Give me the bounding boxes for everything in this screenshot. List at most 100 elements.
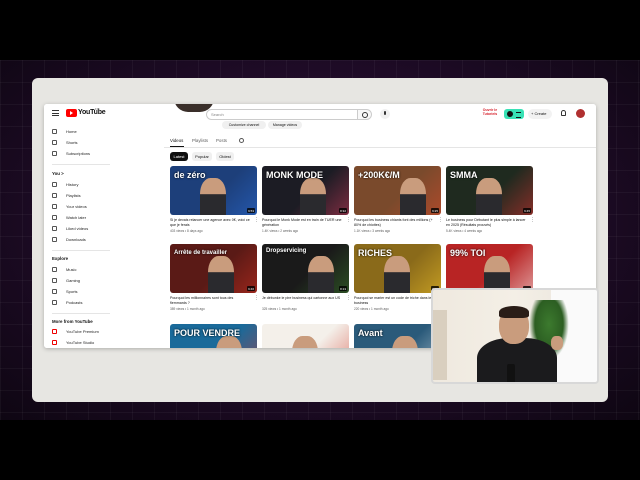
sidebar-item-sports[interactable]: Sports <box>52 288 112 297</box>
playlists-icon <box>52 193 57 198</box>
tab-videos[interactable]: Videos <box>170 138 183 143</box>
sidebar-item-downloads[interactable]: Downloads <box>52 236 112 245</box>
studio-toggle-button[interactable] <box>504 109 524 119</box>
microphone <box>507 364 515 382</box>
chip-oldest[interactable]: Oldest <box>216 152 234 161</box>
video-thumbnail[interactable]: MONK MODE 8:32 <box>262 166 349 215</box>
chip-popular[interactable]: Popular <box>192 152 212 161</box>
sidebar-item-podcasts[interactable]: Podcasts <box>52 299 112 308</box>
thumbnail-text: de zéro <box>174 170 206 180</box>
history-icon <box>52 182 57 187</box>
sidebar-item-youtube-studio[interactable]: YouTube Studio <box>52 339 112 348</box>
create-button[interactable]: + Create <box>528 109 552 119</box>
video-thumbnail[interactable]: 99% TOI8:54 <box>446 244 533 293</box>
more-options-icon[interactable]: ⋮ <box>254 296 259 301</box>
video-meta: 325 views • 1 month ago <box>262 307 297 311</box>
thumbnail-text: SMMA <box>450 170 478 180</box>
sidebar-item-watch-later[interactable]: Watch later <box>52 214 112 223</box>
youtube-studio-icon <box>52 340 57 345</box>
video-thumbnail[interactable]: Arrête de travailler 9:46 <box>170 244 257 293</box>
masthead: YouTube FR Search Ouvrir le Tutoriels + … <box>44 104 596 124</box>
sidebar-item-history[interactable]: History <box>52 181 112 190</box>
presenter-hand <box>551 336 563 350</box>
video-duration: 9:46 <box>247 286 255 291</box>
sports-icon <box>52 289 57 294</box>
channel-search-icon[interactable] <box>239 138 244 143</box>
sidebar-item-liked-videos[interactable]: Liked videos <box>52 225 112 234</box>
sidebar-item-label: Your videos <box>66 204 87 209</box>
sidebar-item-label: Shorts <box>66 140 78 145</box>
more-options-icon[interactable]: ⋮ <box>530 218 535 223</box>
video-title[interactable]: Pourquoi le Monk Mode est en train de TU… <box>262 218 342 227</box>
sidebar-item-subscriptions[interactable]: Subscriptions <box>52 150 112 159</box>
sidebar-item-label: Podcasts <box>66 300 83 305</box>
more-options-icon[interactable]: ⋮ <box>438 218 443 223</box>
menu-icon[interactable] <box>52 110 59 116</box>
sidebar-item-label: Music <box>66 267 77 272</box>
sidebar-item-label: YouTube Premium <box>66 329 99 334</box>
video-thumbnail[interactable]: +200K€/M 9:25 <box>354 166 441 215</box>
video-thumbnail[interactable]: POUR VENDRE <box>170 324 257 348</box>
promo-link[interactable]: Ouvrir le Tutoriels <box>480 108 500 116</box>
video-thumbnail[interactable]: Dropservicing 8:13 <box>262 244 349 293</box>
sidebar-item-label: Liked videos <box>66 226 89 231</box>
sidebar-item-youtube-premium[interactable]: YouTube Premium <box>52 328 112 337</box>
video-thumbnail[interactable] <box>262 324 349 348</box>
sidebar-heading-you[interactable]: You > <box>52 171 64 176</box>
video-title[interactable]: Pourquoi se marier est un code de triche… <box>354 296 434 305</box>
thumbnail-person <box>200 178 226 215</box>
manage-videos-button[interactable]: Manage videos <box>268 121 302 129</box>
thumbnail-text: +200K€/M <box>358 170 400 180</box>
sidebar-item-label: Sports <box>66 289 78 294</box>
thumbnail-text: 99% TOI <box>450 248 486 258</box>
sidebar-item-your-videos[interactable]: Your videos <box>52 203 112 212</box>
download-icon <box>52 237 57 242</box>
sidebar-divider <box>52 250 110 251</box>
more-options-icon[interactable]: ⋮ <box>254 218 259 223</box>
sidebar-item-playlists[interactable]: Playlists <box>52 192 112 201</box>
sidebar-item-gaming[interactable]: Gaming <box>52 277 112 286</box>
webcam-overlay <box>431 288 599 384</box>
thumbnail-text: RICHES <box>358 248 393 258</box>
video-title[interactable]: Si je devais relancer une agence avec 0€… <box>170 218 250 227</box>
video-title[interactable]: Je débunke le pire business qui cartonne… <box>262 296 342 301</box>
gaming-icon <box>52 278 57 283</box>
customize-channel-button[interactable]: Customize channel <box>222 121 266 129</box>
video-title[interactable]: Pourquoi les millionnaires sont tous des… <box>170 296 250 305</box>
sidebar-item-label: Downloads <box>66 237 86 242</box>
video-duration: 9:45 <box>523 208 531 213</box>
sidebar-item-shorts[interactable]: Shorts <box>52 139 112 148</box>
youtube-logo-text[interactable]: YouTube <box>78 109 106 116</box>
video-title[interactable]: Pourquoi les business chiants font des m… <box>354 218 434 227</box>
more-options-icon[interactable]: ⋮ <box>346 296 351 301</box>
sidebar-item-label: Home <box>66 129 77 134</box>
search-icon[interactable] <box>358 109 372 120</box>
video-duration: 8:13 <box>339 286 347 291</box>
tab-posts[interactable]: Posts <box>216 138 227 143</box>
microphone-icon[interactable] <box>380 109 390 119</box>
video-thumbnail[interactable]: Avant <box>354 324 441 348</box>
search-input[interactable]: Search <box>206 109 358 120</box>
sidebar-item-label: Playlists <box>66 193 81 198</box>
video-title[interactable]: Le business pour Débutant le plus simple… <box>446 218 526 227</box>
sidebar-divider <box>52 313 110 314</box>
account-avatar[interactable] <box>576 109 585 118</box>
sidebar-item-music[interactable]: Music <box>52 266 112 275</box>
sidebar-item-label: Subscriptions <box>66 151 91 156</box>
video-thumbnail[interactable]: SMMA 9:45 <box>446 166 533 215</box>
chip-latest[interactable]: Latest <box>170 152 188 161</box>
video-meta: 403 views • 8 days ago <box>170 229 203 233</box>
video-duration: 8:32 <box>339 208 347 213</box>
video-thumbnail[interactable]: RICHES8:09 <box>354 244 441 293</box>
sidebar-item-label: Gaming <box>66 278 81 283</box>
video-thumbnail[interactable]: de zéro 9:53 <box>170 166 257 215</box>
more-options-icon[interactable]: ⋮ <box>346 218 351 223</box>
create-label: + Create <box>531 111 547 116</box>
video-meta: 1.4K views • 2 weeks ago <box>262 229 299 233</box>
tab-playlists[interactable]: Playlists <box>192 138 208 143</box>
youtube-logo-icon[interactable] <box>66 109 77 117</box>
notifications-bell-icon[interactable] <box>561 110 566 116</box>
thumbnail-person <box>400 178 426 215</box>
sidebar-item-home[interactable]: Home <box>52 128 112 137</box>
thumbnail-person <box>476 178 502 215</box>
